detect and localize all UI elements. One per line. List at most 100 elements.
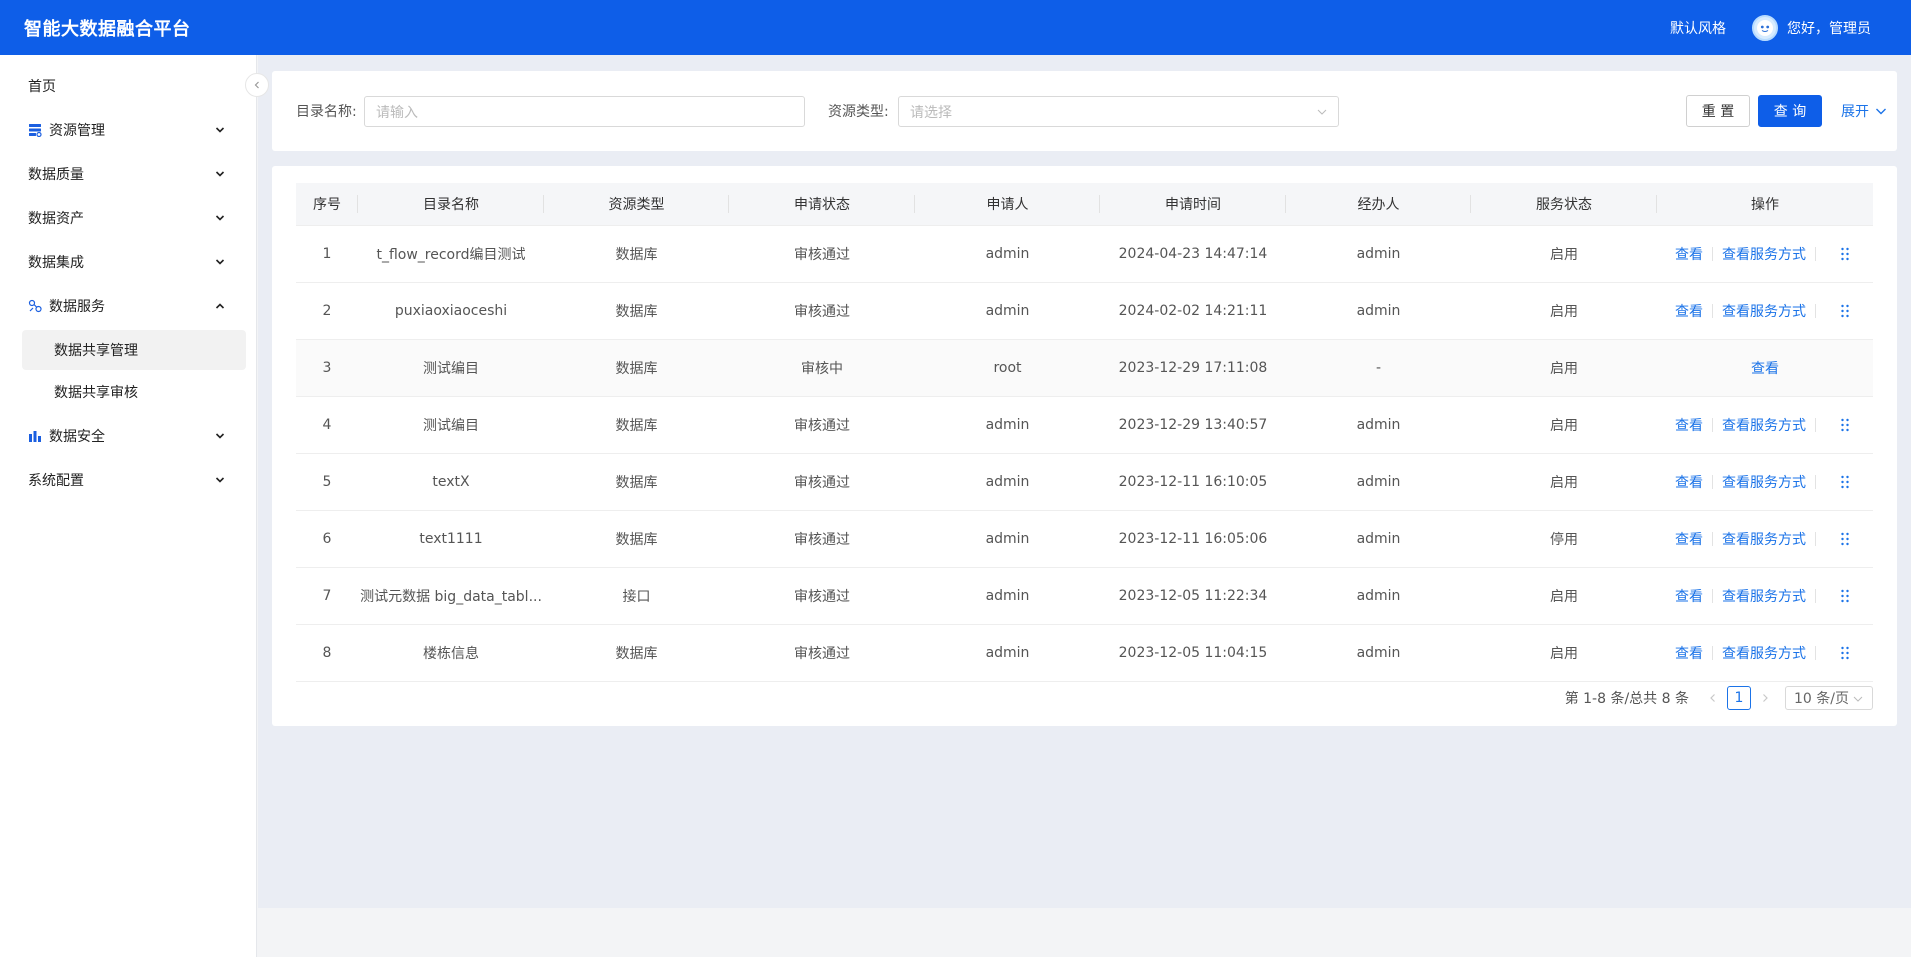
row-actions: 查看 xyxy=(1657,358,1873,378)
query-button[interactable]: 查 询 xyxy=(1758,95,1822,127)
apply-status-cell: 审核通过 xyxy=(729,510,915,568)
sidebar-item-label: 首页 xyxy=(28,79,56,95)
column-header: 序号 xyxy=(296,183,358,226)
applicant-cell: admin xyxy=(915,624,1100,682)
catalog-name-input[interactable]: 请输入 xyxy=(364,96,805,127)
catalog-name-label: 目录名称: xyxy=(296,104,357,120)
more-actions-icon[interactable] xyxy=(1835,472,1855,492)
sidebar-item-label: 系统配置 xyxy=(28,473,84,489)
more-actions-icon[interactable] xyxy=(1835,643,1855,663)
handler-cell: admin xyxy=(1286,624,1471,682)
page-size-value: 10 条/页 xyxy=(1794,691,1849,707)
chevron-down-icon xyxy=(214,430,226,442)
view-service-method-link[interactable]: 查看服务方式 xyxy=(1722,301,1806,321)
row-index-cell: 6 xyxy=(296,510,358,568)
resource-type-cell: 数据库 xyxy=(544,339,729,397)
view-service-method-link[interactable]: 查看服务方式 xyxy=(1722,244,1806,264)
view-link[interactable]: 查看 xyxy=(1675,244,1703,264)
resource-type-cell: 数据库 xyxy=(544,453,729,511)
apply-status-cell: 审核通过 xyxy=(729,282,915,340)
view-link[interactable]: 查看 xyxy=(1675,472,1703,492)
view-link[interactable]: 查看 xyxy=(1675,643,1703,663)
sidebar-item-data-sharing-review[interactable]: 数据共享审核 xyxy=(22,372,246,412)
view-service-method-link[interactable]: 查看服务方式 xyxy=(1722,472,1806,492)
sidebar-item-resource-management[interactable]: 资源管理 xyxy=(0,108,256,152)
sidebar: 首页 资源管理 数据质量 数据资产 数据集成 数据服务 数据共享管理 数据共享审… xyxy=(0,55,257,957)
next-page-button[interactable] xyxy=(1755,686,1775,710)
action-divider xyxy=(1712,474,1713,489)
view-link[interactable]: 查看 xyxy=(1751,358,1779,378)
actions-cell: 查看 查看服务方式 xyxy=(1657,567,1873,625)
expand-button[interactable]: 展开 xyxy=(1836,95,1892,127)
actions-cell: 查看 查看服务方式 xyxy=(1657,282,1873,340)
column-header-label: 经办人 xyxy=(1357,196,1400,213)
resource-type-select[interactable]: 请选择 xyxy=(898,96,1339,127)
more-actions-icon[interactable] xyxy=(1835,244,1855,264)
table-row: 8 楼栋信息 数据库 审核通过 admin 2023-12-05 11:04:15 admi… xyxy=(296,624,1873,682)
prev-page-button[interactable] xyxy=(1703,686,1723,710)
chevron-down-icon xyxy=(1853,696,1863,702)
view-service-method-link[interactable]: 查看服务方式 xyxy=(1722,529,1806,549)
chevron-left-icon xyxy=(254,81,259,89)
catalog-name-cell: text1111 xyxy=(358,510,544,568)
pagination-summary: 第 1-8 条/总共 8 条 xyxy=(1564,691,1689,707)
row-actions: 查看 查看服务方式 xyxy=(1657,415,1873,435)
row-index-cell: 8 xyxy=(296,624,358,682)
actions-cell: 查看 xyxy=(1657,339,1873,397)
more-actions-icon[interactable] xyxy=(1835,301,1855,321)
view-link[interactable]: 查看 xyxy=(1675,301,1703,321)
view-link[interactable]: 查看 xyxy=(1675,586,1703,606)
column-header: 操作 xyxy=(1657,183,1873,226)
handler-cell: - xyxy=(1286,339,1471,397)
user-greeting[interactable]: 您好，管理员 xyxy=(1787,18,1871,38)
sidebar-item-data-integration[interactable]: 数据集成 xyxy=(0,240,256,284)
table-body: 1 t_flow_record编目测试 数据库 审核通过 admin 2024-04-23… xyxy=(296,225,1873,682)
reset-button[interactable]: 重 置 xyxy=(1686,95,1750,127)
sidebar-item-data-sharing-management[interactable]: 数据共享管理 xyxy=(22,330,246,370)
chevron-down-icon xyxy=(214,474,226,486)
sidebar-collapse-button[interactable] xyxy=(245,73,269,97)
sidebar-item-data-security[interactable]: 数据安全 xyxy=(0,414,256,458)
pagination: 第 1-8 条/总共 8 条 1 10 条/页 xyxy=(1565,685,1873,711)
apply-time-cell: 2023-12-05 11:22:34 xyxy=(1100,567,1286,625)
view-service-method-link[interactable]: 查看服务方式 xyxy=(1722,586,1806,606)
theme-style-button[interactable]: 默认风格 xyxy=(1670,18,1726,38)
catalog-name-cell: textX xyxy=(358,453,544,511)
page-size-select[interactable]: 10 条/页 xyxy=(1785,686,1873,710)
applicant-cell: admin xyxy=(915,453,1100,511)
apply-time-cell: 2024-02-02 14:21:11 xyxy=(1100,282,1286,340)
action-divider xyxy=(1815,246,1816,261)
row-actions: 查看 查看服务方式 xyxy=(1657,586,1873,606)
catalog-name-cell: 测试编目 xyxy=(358,339,544,397)
table-row: 3 测试编目 数据库 审核中 root 2023-12-29 17:11:08- 启用 查看 xyxy=(296,339,1873,397)
service-status-cell: 启用 xyxy=(1471,624,1657,682)
sidebar-item-data-assets[interactable]: 数据资产 xyxy=(0,196,256,240)
sidebar-item-data-service[interactable]: 数据服务 xyxy=(0,284,256,328)
chevron-down-icon xyxy=(214,124,226,136)
sidebar-item-system-config[interactable]: 系统配置 xyxy=(0,458,256,502)
search-panel: 目录名称: 请输入 资源类型: 请选择 重 置 查 询 展开 xyxy=(272,71,1897,151)
view-link[interactable]: 查看 xyxy=(1675,529,1703,549)
view-service-method-link[interactable]: 查看服务方式 xyxy=(1722,643,1806,663)
avatar[interactable] xyxy=(1752,14,1778,41)
action-divider xyxy=(1815,588,1816,603)
page-number-button[interactable]: 1 xyxy=(1727,686,1751,710)
apply-time-cell: 2023-12-29 13:40:57 xyxy=(1100,396,1286,454)
catalog-name-cell: 楼栋信息 xyxy=(358,624,544,682)
actions-cell: 查看 查看服务方式 xyxy=(1657,510,1873,568)
sidebar-item-home[interactable]: 首页 xyxy=(0,64,256,108)
catalog-name-cell: t_flow_record编目测试 xyxy=(358,225,544,283)
applicant-cell: root xyxy=(915,339,1100,397)
view-service-method-link[interactable]: 查看服务方式 xyxy=(1722,415,1806,435)
service-status-cell: 停用 xyxy=(1471,510,1657,568)
more-actions-icon[interactable] xyxy=(1835,529,1855,549)
top-header: 智能大数据融合平台 默认风格 您好，管理员 xyxy=(0,0,1911,55)
more-actions-icon[interactable] xyxy=(1835,586,1855,606)
sidebar-item-data-quality[interactable]: 数据质量 xyxy=(0,152,256,196)
chevron-down-icon xyxy=(214,212,226,224)
more-actions-icon[interactable] xyxy=(1835,415,1855,435)
row-index-cell: 5 xyxy=(296,453,358,511)
table-row: 4 测试编目 数据库 审核通过 admin 2023-12-29 13:40:57 admi… xyxy=(296,396,1873,454)
row-actions: 查看 查看服务方式 xyxy=(1657,529,1873,549)
view-link[interactable]: 查看 xyxy=(1675,415,1703,435)
